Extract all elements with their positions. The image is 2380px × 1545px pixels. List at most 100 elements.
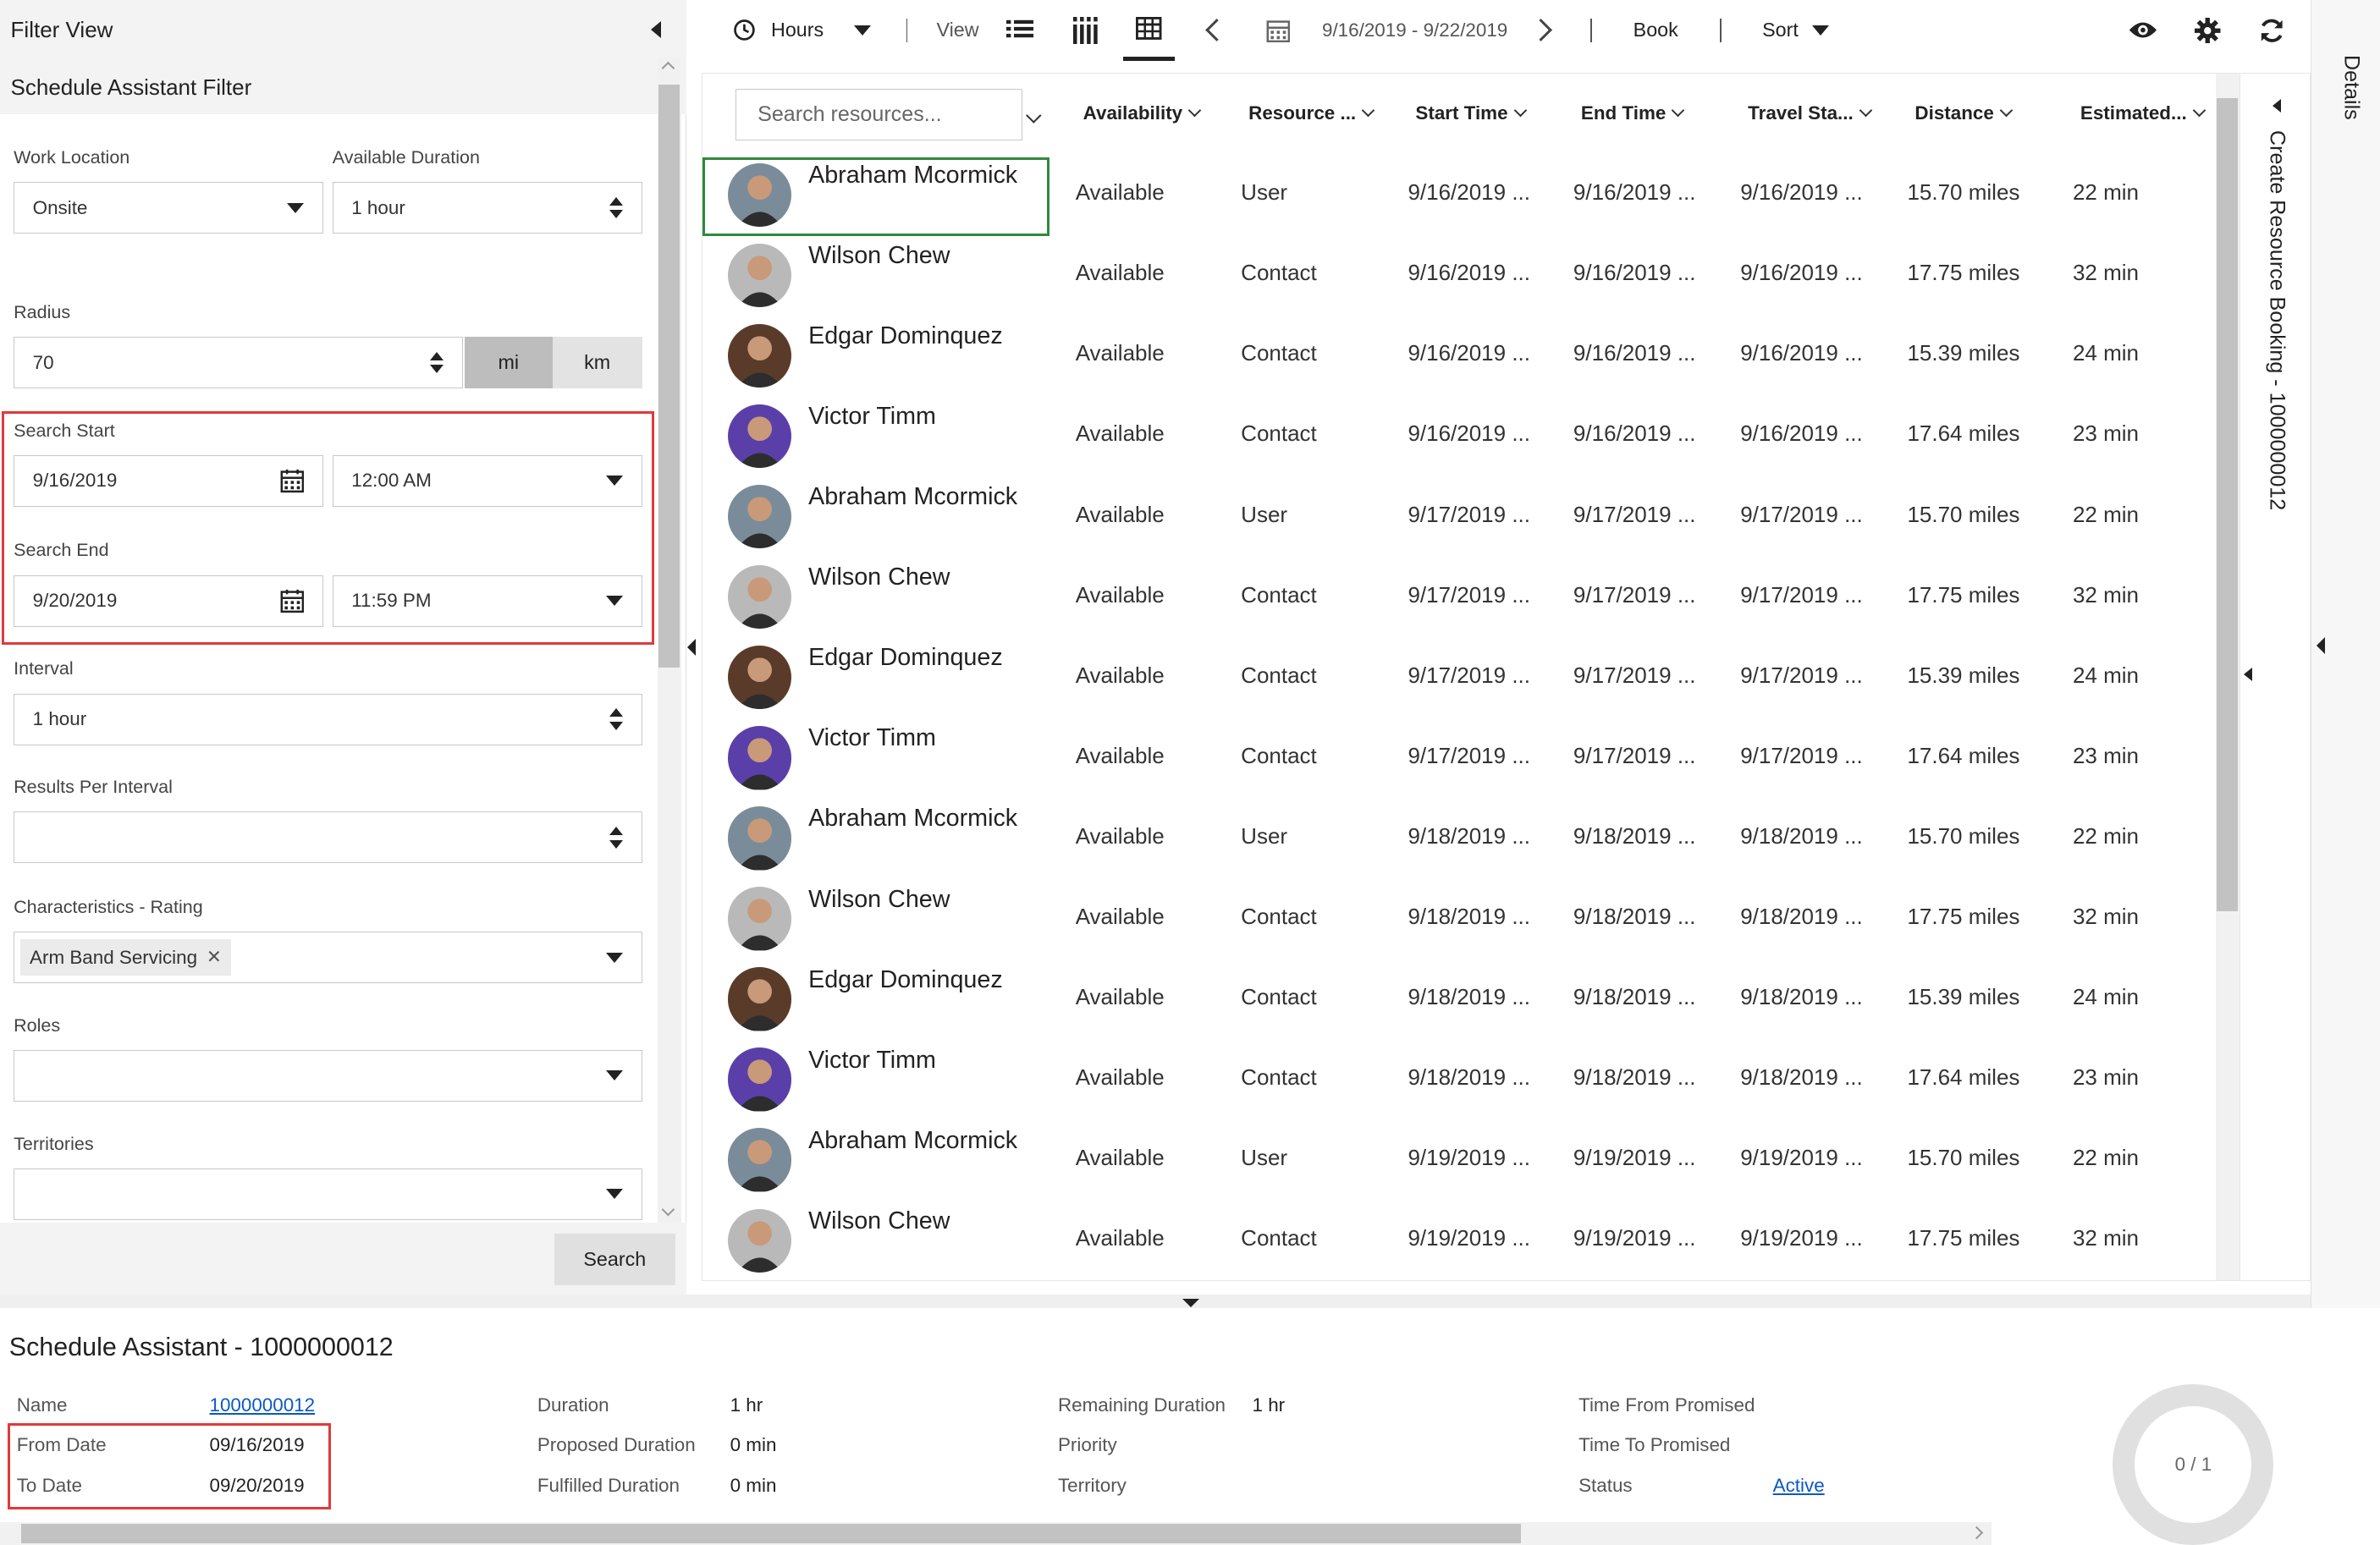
eye-button[interactable] [2128,0,2158,61]
start-time-cell: 9/19/2019 ... [1408,1224,1530,1251]
results-per-interval-stepper[interactable] [14,811,642,864]
table-row[interactable]: Victor Timm Available Contact 9/18/2019 ...… [702,1037,2214,1118]
resource-name[interactable]: Edgar Dominquez [808,322,1003,350]
characteristics-select[interactable]: Arm Band Servicing ✕ [14,932,642,984]
interval-stepper[interactable]: 1 hour [14,693,642,745]
start-time-cell: 9/16/2019 ... [1408,179,1530,206]
collapse-filter-icon[interactable] [651,21,662,39]
resource-name[interactable]: Abraham Mcormick [808,805,1017,833]
resource-name[interactable]: Victor Timm [808,403,936,431]
spinner-icon[interactable] [609,708,624,730]
work-location-select[interactable]: Onsite [14,182,323,234]
name-link[interactable]: 1000000012 [209,1394,315,1416]
collapse-right-icon[interactable] [2244,668,2252,682]
splitter[interactable] [0,1294,2311,1308]
chevron-down-icon [1859,103,1872,117]
hours-dropdown[interactable]: Hours [733,0,872,61]
roles-select[interactable] [14,1050,642,1102]
table-row[interactable]: Abraham Mcormick Available User 9/18/2019 .… [702,796,2214,877]
unit-km-button[interactable]: km [552,337,642,389]
search-button[interactable]: Search [554,1234,676,1285]
column-header-distance[interactable]: Distance [1914,74,2014,152]
spinner-icon[interactable] [609,827,624,848]
resource-name[interactable]: Wilson Chew [808,1207,950,1235]
column-label: Distance [1914,102,1994,124]
sort-dropdown[interactable]: Sort [1762,0,1829,61]
table-row[interactable]: Abraham Mcormick Available User 9/16/2019 .… [702,152,2214,236]
table-row[interactable]: Edgar Dominquez Available Contact 9/17/2019… [702,635,2214,716]
collapse-bottom-icon[interactable] [1182,1299,1200,1307]
resource-name[interactable]: Wilson Chew [808,242,950,270]
filter-subtitle: Schedule Assistant Filter [10,74,252,100]
details-tab[interactable]: Details [2339,55,2364,120]
search-start-date-field[interactable]: 9/16/2019 [14,455,323,507]
chevron-down-icon [606,1189,624,1199]
settings-button[interactable] [2195,0,2221,61]
resource-name[interactable]: Abraham Mcormick [808,483,1017,511]
grid-view-button[interactable] [1123,0,1176,61]
table-row[interactable]: Edgar Dominquez Available Contact 9/16/2019… [702,313,2214,393]
interval-label: Interval [14,658,74,679]
calendar-icon[interactable] [280,469,305,493]
resource-name[interactable]: Abraham Mcormick [808,1127,1017,1155]
resource-sort-chevron-icon[interactable] [1026,107,1042,124]
chevron-down-icon [1513,103,1527,117]
column-header-estimated[interactable]: Estimated... [2080,74,2206,152]
table-row[interactable]: Edgar Dominquez Available Contact 9/18/2019… [702,957,2214,1037]
column-header-start-time[interactable]: Start Time [1415,74,1527,152]
available-duration-stepper[interactable]: 1 hour [332,182,642,234]
table-row[interactable]: Abraham Mcormick Available User 9/17/2019 .… [702,475,2214,555]
column-header-travel-start[interactable]: Travel Sta... [1748,74,1872,152]
status-link[interactable]: Active [1773,1475,1825,1497]
resource-name[interactable]: Wilson Chew [808,886,950,914]
resource-name[interactable]: Victor Timm [808,724,936,752]
avatar [728,887,792,951]
resource-name[interactable]: Edgar Dominquez [808,966,1003,994]
date-range-picker[interactable]: 9/16/2019 - 9/22/2019 [1266,0,1507,61]
table-row[interactable]: Wilson Chew Available Contact 9/17/2019 ...… [702,555,2214,635]
remove-tag-icon[interactable]: ✕ [207,947,222,968]
vertical-view-button[interactable] [1072,0,1098,61]
table-row[interactable]: Abraham Mcormick Available User 9/19/2019 .… [702,1118,2214,1198]
bottom-scroll-thumb[interactable] [21,1523,1521,1543]
resource-name[interactable]: Edgar Dominquez [808,644,1003,672]
radius-input[interactable]: 70 [14,337,463,389]
table-row[interactable]: Wilson Chew Available Contact 9/19/2019 ...… [702,1198,2214,1278]
table-row[interactable]: Victor Timm Available Contact 9/16/2019 ...… [702,393,2214,474]
remaining-duration-label: Remaining Duration [1057,1394,1226,1416]
column-header-end-time[interactable]: End Time [1581,74,1685,152]
chevron-down-icon [1672,103,1685,117]
available-duration-value: 1 hour [351,196,405,218]
search-end-time-select[interactable]: 11:59 PM [332,575,642,627]
create-booking-label[interactable]: Create Resource Booking - 1000000012 [2265,130,2289,510]
next-range-button[interactable] [1529,0,1553,61]
column-header-resource[interactable]: Resource ... [1248,74,1375,152]
unit-mi-button[interactable]: mi [464,337,553,389]
book-button[interactable]: Book [1633,0,1678,61]
previous-range-button[interactable] [1204,0,1228,61]
table-row[interactable]: Wilson Chew Available Contact 9/16/2019 ...… [702,233,2214,313]
expand-details-icon[interactable] [2317,637,2325,655]
expand-booking-icon[interactable] [2273,98,2281,113]
search-start-time-select[interactable]: 12:00 AM [332,455,642,507]
territories-select[interactable] [14,1168,642,1220]
table-row[interactable]: Victor Timm Available Contact 9/17/2019 ...… [702,716,2214,796]
resource-name[interactable]: Wilson Chew [808,564,950,591]
list-view-button[interactable] [1005,0,1034,61]
spinner-icon[interactable] [430,352,444,373]
search-end-date-field[interactable]: 9/20/2019 [14,575,323,627]
refresh-button[interactable] [2259,0,2284,61]
filter-scroll-thumb[interactable] [658,85,680,668]
resource-name[interactable]: Abraham Mcormick [808,162,1017,190]
distance-cell: 15.39 miles [1907,983,2020,1009]
estimated-cell: 24 min [2072,340,2139,366]
calendar-icon[interactable] [280,589,305,613]
grid-scroll-thumb[interactable] [2217,97,2239,911]
spinner-icon[interactable] [609,197,624,218]
column-header-availability[interactable]: Availability [1083,74,1202,152]
table-row[interactable]: Wilson Chew Available Contact 9/18/2019 ...… [702,877,2214,957]
avatar [728,1047,792,1112]
resource-name[interactable]: Victor Timm [808,1047,936,1075]
collapse-left-icon[interactable] [687,639,697,656]
search-resources-input[interactable]: Search resources... [735,89,1022,140]
